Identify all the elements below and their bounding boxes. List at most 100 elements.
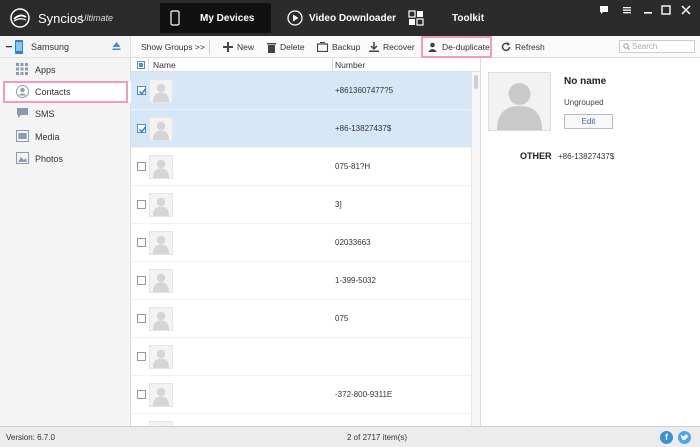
facebook-icon[interactable]: f xyxy=(660,431,673,444)
deduplicate-icon xyxy=(428,42,437,52)
contact-name: No name xyxy=(564,76,607,87)
tab-toolkit[interactable]: Toolkit xyxy=(408,3,498,33)
sidebar-item-apps[interactable]: Apps xyxy=(0,59,131,81)
sidebar-item-media[interactable]: Media xyxy=(0,126,131,148)
backup-label: Backup xyxy=(332,42,361,52)
row-checkbox[interactable] xyxy=(137,124,147,133)
scrollbar-thumb[interactable] xyxy=(474,75,478,89)
photos-icon xyxy=(16,152,29,164)
backup-button[interactable]: Backup xyxy=(317,36,360,58)
table-row[interactable]: 02033663 xyxy=(131,224,471,262)
column-header-number[interactable]: Number xyxy=(335,60,365,70)
row-checkbox[interactable] xyxy=(137,200,146,209)
show-groups-button[interactable]: Show Groups >> xyxy=(141,36,205,58)
sidebar-item-contacts[interactable]: Contacts xyxy=(0,81,131,103)
table-row[interactable] xyxy=(131,338,471,376)
refresh-icon xyxy=(501,42,511,52)
row-checkbox[interactable] xyxy=(137,162,146,171)
row-checkbox[interactable] xyxy=(137,352,146,361)
contact-avatar xyxy=(149,345,173,369)
contact-number: 02033663 xyxy=(335,238,371,247)
row-checkbox[interactable] xyxy=(137,314,146,323)
contact-avatar xyxy=(149,383,173,407)
tab-label: Toolkit xyxy=(452,12,485,24)
app-name: Syncios xyxy=(38,11,84,26)
contact-number: 1-399-5032 xyxy=(335,276,376,285)
sidebar-item-label: Photos xyxy=(35,154,64,164)
phone-type-label: OTHER xyxy=(520,151,552,161)
person-avatar-icon xyxy=(153,159,169,178)
contact-avatar xyxy=(149,193,173,217)
download-icon xyxy=(369,42,379,52)
list-scrollbar[interactable] xyxy=(471,72,480,426)
row-checkbox[interactable] xyxy=(137,86,147,95)
checkmark-icon xyxy=(138,88,147,95)
twitter-icon[interactable] xyxy=(678,431,691,444)
list-header: Name Number xyxy=(131,58,480,72)
minimize-icon[interactable] xyxy=(641,5,655,19)
sidebar-item-label: SMS xyxy=(35,109,55,119)
row-checkbox[interactable] xyxy=(137,390,146,399)
close-icon[interactable] xyxy=(679,5,693,19)
table-row[interactable]: +8613607477?5 xyxy=(131,72,471,110)
syncios-logo-icon xyxy=(10,8,30,28)
new-button[interactable]: New xyxy=(223,36,254,58)
sidebar-item-label: Apps xyxy=(35,65,56,75)
toolbar: Show Groups >> New Delete Backup Recover… xyxy=(131,36,700,58)
item-count: 2 of 2717 item(s) xyxy=(347,433,408,442)
sidebar-item-label: Contacts xyxy=(35,87,71,97)
eject-icon[interactable] xyxy=(112,41,121,51)
trash-icon xyxy=(267,42,276,53)
contact-detail-panel: No name Ungrouped Edit OTHER +86-1382743… xyxy=(480,58,700,426)
table-row[interactable]: 075-81?H xyxy=(131,148,471,186)
person-avatar-icon xyxy=(153,387,169,406)
person-avatar-icon xyxy=(497,83,542,130)
column-divider xyxy=(332,58,333,72)
row-checkbox[interactable] xyxy=(137,276,146,285)
table-row[interactable] xyxy=(131,414,471,426)
row-checkbox[interactable] xyxy=(137,238,146,247)
phone-device-icon xyxy=(6,40,23,54)
select-all-checkbox[interactable] xyxy=(137,61,145,69)
search-icon xyxy=(623,43,630,50)
device-row[interactable]: Samsung xyxy=(0,36,131,58)
person-avatar-icon xyxy=(153,83,169,102)
contact-number: +86-13827437$ xyxy=(335,124,392,133)
chat-icon[interactable] xyxy=(597,5,611,19)
play-icon xyxy=(287,10,303,26)
contact-avatar xyxy=(149,117,173,141)
search-input[interactable]: Search xyxy=(619,40,695,53)
edit-button[interactable]: Edit xyxy=(564,114,613,129)
column-header-name[interactable]: Name xyxy=(153,60,176,70)
delete-button[interactable]: Delete xyxy=(267,36,305,58)
sidebar-item-photos[interactable]: Photos xyxy=(0,148,131,170)
table-row[interactable]: +86-13827437$ xyxy=(131,110,471,148)
deduplicate-button[interactable]: De-duplicate xyxy=(427,36,490,58)
table-row[interactable]: 075 xyxy=(131,300,471,338)
table-row[interactable]: -372-800-9311E xyxy=(131,376,471,414)
maximize-icon[interactable] xyxy=(659,5,673,19)
tab-my-devices[interactable]: My Devices xyxy=(160,3,271,33)
plus-icon xyxy=(223,42,233,52)
person-avatar-icon xyxy=(153,273,169,292)
tab-label: Video Downloader xyxy=(309,12,397,24)
column-divider xyxy=(148,58,149,72)
contact-avatar xyxy=(149,307,173,331)
contact-avatar xyxy=(488,72,551,131)
person-avatar-icon xyxy=(153,349,169,368)
sidebar-item-sms[interactable]: SMS xyxy=(0,103,131,125)
table-row[interactable]: 1-399-5032 xyxy=(131,262,471,300)
person-avatar-icon xyxy=(153,121,169,140)
contact-list: +8613607477?5 +86-13827437$ 075-81?H 3] 0203… xyxy=(131,72,471,426)
delete-label: Delete xyxy=(280,42,305,52)
menu-icon[interactable] xyxy=(620,5,634,19)
status-bar: Version: 6.7.0 2 of 2717 item(s) f xyxy=(0,426,700,447)
table-row[interactable]: 3] xyxy=(131,186,471,224)
recover-button[interactable]: Recover xyxy=(369,36,415,58)
deduplicate-label: De-duplicate xyxy=(442,42,490,52)
contact-avatar xyxy=(149,231,173,255)
refresh-button[interactable]: Refresh xyxy=(501,36,545,58)
backup-icon xyxy=(317,42,328,52)
tab-video-downloader[interactable]: Video Downloader xyxy=(287,3,397,33)
toolbar-divider xyxy=(209,40,210,54)
